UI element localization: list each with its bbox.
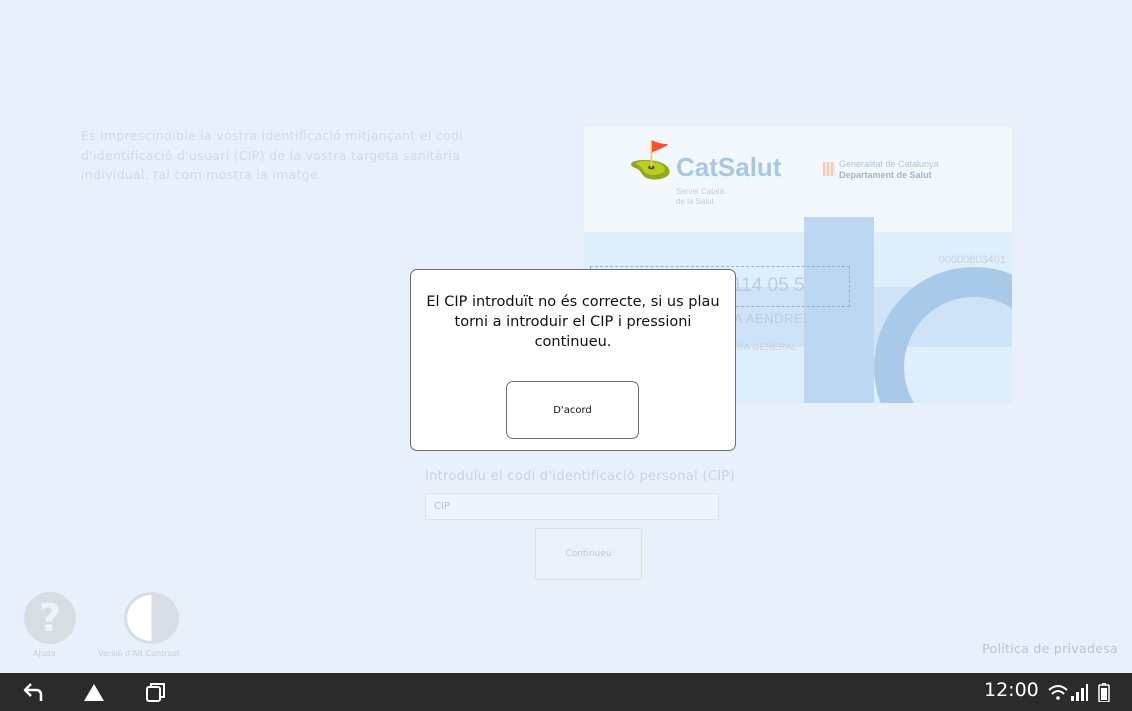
error-dialog: El CIP introduït no és correcte, si us p… xyxy=(410,269,736,451)
recent-apps-icon[interactable] xyxy=(144,681,168,703)
app-screen: És imprescindible la vostra identificaci… xyxy=(0,0,1132,673)
signal-icon xyxy=(1071,684,1088,701)
generalitat-flag-icon xyxy=(823,162,835,176)
wifi-icon xyxy=(1048,685,1068,700)
cip-label: Introduïu el codi d'identificació person… xyxy=(425,469,735,484)
catsalut-logo-icon: ⛳ xyxy=(628,140,673,181)
card-brand-subtitle: Servei Català de la Salut xyxy=(676,187,725,206)
battery-icon xyxy=(1098,683,1110,702)
card-number: 00000803401 xyxy=(938,254,1006,266)
card-category: RIA GENERAL xyxy=(734,342,798,352)
back-icon[interactable] xyxy=(22,681,46,703)
identification-instructions: És imprescindible la vostra identificaci… xyxy=(81,128,463,182)
clock: 12:00 xyxy=(984,679,1039,701)
card-government-label: Generalitat de Catalunya Departament de … xyxy=(839,159,939,180)
card-holder-name: A AENDREL xyxy=(734,311,811,326)
card-brand: CatSalut xyxy=(676,152,782,182)
help-icon[interactable]: ? xyxy=(24,592,76,644)
cip-input[interactable] xyxy=(425,493,719,520)
high-contrast-icon[interactable] xyxy=(124,592,179,644)
privacy-policy-link[interactable]: Política de privadesa xyxy=(982,641,1118,656)
card-cip-value: 114 05 5 xyxy=(732,275,805,296)
home-icon[interactable] xyxy=(82,681,106,703)
high-contrast-label: Versió d'Alt Contrast xyxy=(98,649,180,658)
ok-button[interactable]: D'acord xyxy=(506,381,639,439)
help-label: Ajuda xyxy=(33,649,56,658)
error-message: El CIP introduït no és correcte, si us p… xyxy=(426,294,720,350)
continue-button[interactable]: Continueu xyxy=(535,528,642,580)
system-navigation-bar: 12:00 xyxy=(0,673,1132,711)
